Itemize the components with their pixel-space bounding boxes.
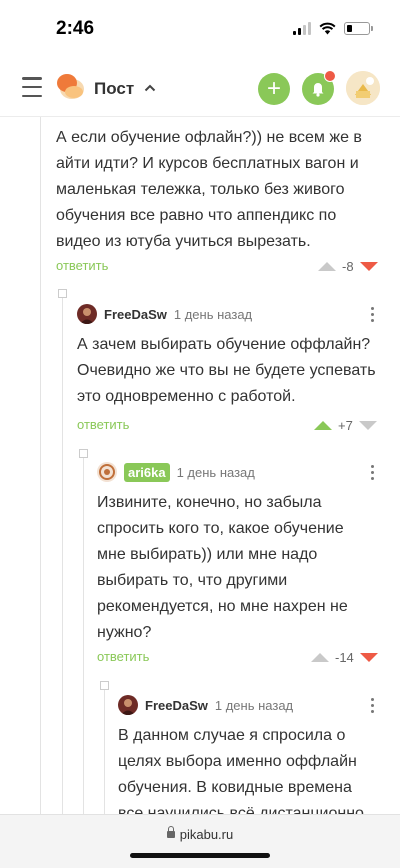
avatar[interactable] [77,304,97,324]
comment-time: 1 день назад [173,306,253,322]
status-time: 2:46 [56,18,95,39]
collapse-thread-button[interactable] [100,681,109,690]
plus-icon: + [266,75,281,102]
wifi-icon [319,22,336,35]
downvote-icon[interactable] [358,421,377,430]
rating-value: +7 [338,418,353,433]
more-options-icon[interactable] [371,307,375,322]
downvote-icon[interactable] [359,262,378,271]
upvote-icon[interactable] [318,262,336,271]
comments-thread: А если обучение офлайн?)) не всем же в а… [0,117,400,814]
chevron-up-icon[interactable] [144,80,156,96]
home-indicator[interactable] [130,853,270,858]
comment-author[interactable]: ari6ka [124,462,170,482]
rating-value: -14 [335,650,354,665]
more-options-icon[interactable] [371,698,375,713]
reply-link[interactable]: ответить [56,258,108,273]
upvote-icon[interactable] [314,421,332,430]
comment-text: В данном случае я спросила о целях выбор… [118,727,364,814]
comment-header: FreeDaSw 1 день назад [118,695,293,715]
cellular-signal-icon [293,22,311,35]
status-bar: 2:46 [0,0,400,60]
menu-icon[interactable] [22,77,42,97]
browser-address-bar[interactable]: pikabu.ru [0,814,400,868]
collapse-thread-button[interactable] [79,449,88,458]
add-post-button[interactable]: + [258,73,290,105]
url-display[interactable]: pikabu.ru [0,826,400,842]
battery-icon [344,22,373,35]
notification-badge [324,70,336,82]
comment-time: 1 день назад [176,464,255,480]
comment-rating: -14 [311,650,378,665]
url-text: pikabu.ru [179,827,234,842]
comment-header: FreeDaSw 1 день назад [77,304,252,324]
avatar[interactable] [118,695,138,715]
reply-link[interactable]: ответить [77,417,129,432]
user-avatar[interactable] [346,71,380,105]
comment-rating: +7 [314,418,377,433]
comment-rating: -8 [318,259,378,274]
rating-value: -8 [342,259,354,274]
comment-time: 1 день назад [214,697,294,713]
thread-line [83,451,84,814]
downvote-icon[interactable] [359,653,378,662]
collapse-thread-button[interactable] [58,289,67,298]
comment-text: Извините, конечно, но забыла спросить ко… [97,494,348,641]
thread-line [62,291,63,814]
more-options-icon[interactable] [371,465,375,480]
comment-author[interactable]: FreeDaSw [145,698,208,713]
comment-text: А зачем выбирать обучение оффлайн? Очеви… [77,336,376,405]
comment-author[interactable]: FreeDaSw [104,307,167,322]
comment-text: А если обучение офлайн?)) не всем же в а… [56,129,362,250]
app-header: Пост + [0,62,400,117]
reply-link[interactable]: ответить [97,649,149,664]
comment-header: ari6ka 1 день назад [97,462,255,482]
thread-line [104,683,105,814]
avatar[interactable] [97,462,117,482]
notifications-button[interactable] [302,70,336,105]
lock-icon [166,826,175,839]
thread-line [40,117,41,814]
upvote-icon[interactable] [311,653,329,662]
pikabu-logo-icon[interactable] [55,72,85,102]
page-title[interactable]: Пост [94,79,134,99]
